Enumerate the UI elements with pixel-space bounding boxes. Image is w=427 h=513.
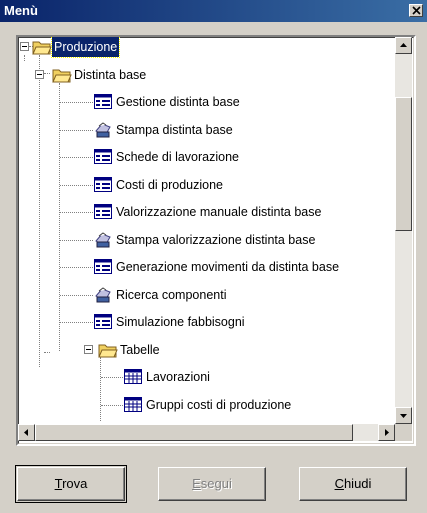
collapse-toggle[interactable] [20,42,29,51]
scroll-down-button[interactable] [395,407,412,424]
tree-item[interactable]: Generazione movimenti da distinta base [18,257,395,277]
close-window-button[interactable] [409,4,423,17]
title-bar: Menù [0,0,427,22]
tree-item[interactable]: Simulazione fabbisogni [18,312,395,332]
open-folder-icon [52,67,72,83]
table-icon [124,369,142,385]
open-folder-icon [98,342,118,358]
tree-item-label: Lavorazioni [146,370,210,384]
scroll-up-button[interactable] [395,37,412,54]
scroll-left-button[interactable] [18,424,35,441]
tree-item-label: Produzione [50,37,121,58]
tree-item[interactable]: Stampa valorizzazione distinta base [18,230,395,250]
collapse-toggle[interactable] [35,69,44,79]
tree-item[interactable]: Ricerca componenti [18,285,395,305]
form-icon [94,94,112,110]
close-button[interactable]: Chiudi [299,467,407,501]
tree-item-label: Schede di lavorazione [116,150,239,164]
open-folder-icon [32,39,52,55]
tree-item-label: Gestione distinta base [116,95,240,109]
horizontal-scrollbar[interactable] [18,424,395,441]
tree-item-label: Generazione movimenti da distinta base [116,260,340,274]
hscroll-thumb[interactable] [35,424,353,441]
arrow-up-icon [400,43,407,47]
menu-window: Menù Produzione Distinta base Gestione dis… [0,0,427,513]
table-icon [124,396,142,413]
menu-tree-panel: Produzione Distinta base Gestione distinta… [16,35,416,446]
tree-item-label: Simulazione fabbisogni [116,315,245,329]
tree-item[interactable]: Produzione [18,37,395,58]
tree-item-label: Stampa valorizzazione distinta base [116,232,316,247]
form-icon [94,204,112,220]
form-icon [94,149,112,165]
run-mnemonic: E [192,476,201,491]
tree-item-label: Distinta base [74,67,147,82]
tree-item[interactable]: Costi di produzione [18,175,395,195]
close-icon [412,6,421,15]
scroll-corner [395,424,412,441]
scroll-thumb[interactable] [395,97,412,231]
run-label-rest: segui [200,476,232,491]
find-mnemonic: T [54,476,63,491]
tree-item-label: Costi di produzione [116,177,224,192]
form-icon [94,176,112,193]
window-title: Menù [4,3,38,18]
close-mnemonic: C [334,476,344,491]
tree-item[interactable]: Tabelle [18,340,395,360]
arrow-right-icon [385,429,389,436]
tree-item[interactable]: Gestione distinta base [18,92,395,112]
menu-tree[interactable]: Produzione Distinta base Gestione distinta… [18,37,395,424]
find-label-rest: rova [62,476,88,491]
collapse-toggle[interactable] [84,344,93,354]
tree-item[interactable]: Gruppi costi di produzione [18,395,395,415]
tree-item-label: Ricerca componenti [116,287,227,302]
tree-item[interactable]: Schede di lavorazione [18,147,395,167]
tree-item-label: Stampa distinta base [116,122,233,137]
tree-item-label: Gruppi costi di produzione [146,397,292,412]
tree-item-label: Valorizzazione manuale distinta base [116,205,322,219]
tree-item[interactable]: Distinta base [18,65,395,85]
tree-item-label: Tabelle [120,342,160,357]
arrow-down-icon [400,414,407,418]
form-icon [94,314,112,330]
scroll-right-button[interactable] [378,424,395,441]
print-icon [94,231,112,248]
close-label-rest: hiudi [343,476,372,491]
arrow-left-icon [24,429,28,436]
tree-item[interactable]: Valorizzazione manuale distinta base [18,202,395,222]
tree-item[interactable]: Lavorazioni [18,367,395,387]
vertical-scrollbar[interactable] [395,37,412,424]
find-button[interactable]: Trova [17,467,125,501]
print-icon [94,121,112,138]
run-button[interactable]: Esegui [158,467,266,501]
print-icon [94,286,112,303]
tree-item[interactable]: Stampa distinta base [18,120,395,140]
form-icon [94,259,112,275]
